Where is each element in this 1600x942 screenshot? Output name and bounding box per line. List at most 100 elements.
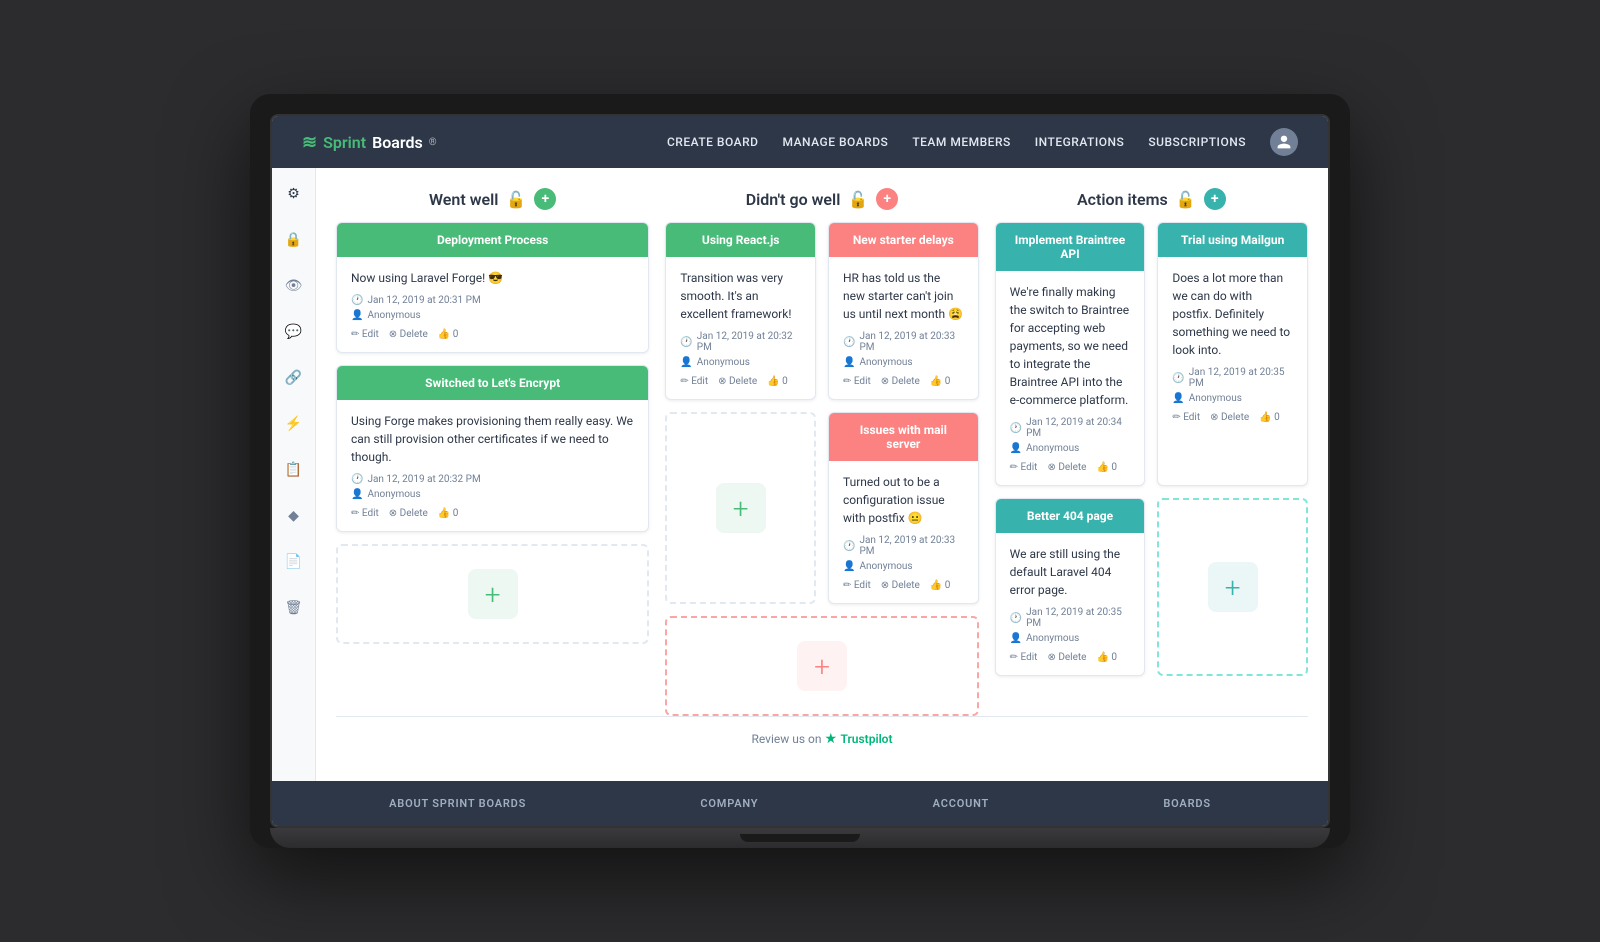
column-headers: Went well 🔓 + Didn't go well 🔓 + Action … bbox=[336, 168, 1308, 222]
card-404-date: 🕐 Jan 12, 2019 at 20:35 PM bbox=[1010, 607, 1131, 629]
edit-button[interactable]: ✏ Edit bbox=[351, 508, 379, 519]
card-braintree-author: 👤 Anonymous bbox=[1010, 443, 1131, 454]
like-button[interactable]: 👍 0 bbox=[1097, 462, 1118, 473]
sidebar-chat-icon[interactable]: 💬 bbox=[280, 318, 308, 346]
went-well-lock-icon: 🔓 bbox=[506, 190, 526, 209]
like-button[interactable]: 👍 0 bbox=[930, 580, 951, 591]
action-items-add-button[interactable]: + bbox=[1204, 188, 1226, 210]
card-braintree-header: Implement Braintree API bbox=[996, 223, 1145, 271]
add-card-didnt-go-well-2[interactable]: + bbox=[665, 616, 978, 716]
card-404-text: We are still using the default Laravel 4… bbox=[1010, 545, 1131, 599]
footer-about[interactable]: ABOUT SPRINT BOARDS bbox=[389, 797, 526, 810]
sidebar-trash-icon[interactable]: 🗑 bbox=[280, 594, 308, 622]
card-react-js: Using React.js Transition was very smoot… bbox=[665, 222, 816, 400]
sidebar-clipboard-icon[interactable]: 📋 bbox=[280, 456, 308, 484]
card-new-starter-author: 👤 Anonymous bbox=[843, 357, 964, 368]
edit-button[interactable]: ✏ Edit bbox=[1010, 652, 1038, 663]
edit-button[interactable]: ✏ Edit bbox=[351, 329, 379, 340]
delete-button[interactable]: ⊗ Delete bbox=[389, 508, 428, 519]
board-columns: Deployment Process Now using Laravel For… bbox=[336, 222, 1308, 716]
delete-button[interactable]: ⊗ Delete bbox=[881, 580, 920, 591]
card-deployment-actions: ✏ Edit ⊗ Delete 👍 0 bbox=[351, 329, 634, 340]
sidebar-bolt-icon[interactable]: ⚡ bbox=[280, 410, 308, 438]
delete-button[interactable]: ⊗ Delete bbox=[881, 376, 920, 387]
user-icon-sm: 👤 bbox=[843, 561, 855, 572]
brand-boards: Boards bbox=[372, 133, 423, 152]
edit-button[interactable]: ✏ Edit bbox=[1172, 412, 1200, 423]
column-went-well: Deployment Process Now using Laravel For… bbox=[336, 222, 649, 644]
delete-button[interactable]: ⊗ Delete bbox=[1210, 412, 1249, 423]
action-items-bottom: Better 404 page We are still using the d… bbox=[995, 498, 1308, 676]
delete-button[interactable]: ⊗ Delete bbox=[1047, 652, 1086, 663]
like-button[interactable]: 👍 0 bbox=[1259, 412, 1280, 423]
col-header-went-well: Went well 🔓 + bbox=[336, 188, 649, 210]
like-button[interactable]: 👍 0 bbox=[930, 376, 951, 387]
like-button[interactable]: 👍 0 bbox=[767, 376, 788, 387]
edit-button[interactable]: ✏ Edit bbox=[1010, 462, 1038, 473]
like-button[interactable]: 👍 0 bbox=[1097, 652, 1118, 663]
didnt-go-well-add-button[interactable]: + bbox=[876, 188, 898, 210]
card-mailgun-author: 👤 Anonymous bbox=[1172, 393, 1293, 404]
nav-team-members[interactable]: TEAM MEMBERS bbox=[912, 135, 1010, 149]
delete-button[interactable]: ⊗ Delete bbox=[718, 376, 757, 387]
card-new-starter-header: New starter delays bbox=[829, 223, 978, 257]
delete-button[interactable]: ⊗ Delete bbox=[389, 329, 428, 340]
add-card-didnt-go-well[interactable]: + bbox=[665, 412, 816, 604]
edit-button[interactable]: ✏ Edit bbox=[680, 376, 708, 387]
sidebar-diamond-icon[interactable]: ◆ bbox=[280, 502, 308, 530]
footer: ABOUT SPRINT BOARDS COMPANY ACCOUNT BOAR… bbox=[272, 781, 1328, 826]
went-well-title: Went well bbox=[429, 190, 498, 209]
col-header-action-items: Action items 🔓 + bbox=[995, 188, 1308, 210]
nav-integrations[interactable]: INTEGRATIONS bbox=[1035, 135, 1125, 149]
went-well-add-button[interactable]: + bbox=[534, 188, 556, 210]
user-avatar[interactable] bbox=[1270, 128, 1298, 156]
nav-manage-boards[interactable]: MANAGE BOARDS bbox=[783, 135, 889, 149]
sidebar-eye-icon[interactable]: 👁 bbox=[280, 272, 308, 300]
card-lets-encrypt-author: 👤 Anonymous bbox=[351, 489, 634, 500]
card-react-actions: ✏ Edit ⊗ Delete 👍 0 bbox=[680, 376, 801, 387]
like-button[interactable]: 👍 0 bbox=[438, 508, 459, 519]
nav-subscriptions[interactable]: SUBSCRIPTIONS bbox=[1148, 135, 1246, 149]
card-lets-encrypt-body: Using Forge makes provisioning them real… bbox=[337, 400, 648, 531]
add-card-action-items[interactable]: + bbox=[1157, 498, 1308, 676]
add-card-icon-teal: + bbox=[1208, 562, 1258, 612]
brand-logo: ≋ Sprint Boards ® bbox=[302, 132, 437, 153]
action-items-lock-icon: 🔓 bbox=[1176, 190, 1196, 209]
sidebar-link-icon[interactable]: 🔗 bbox=[280, 364, 308, 392]
navbar: ≋ Sprint Boards ® CREATE BOARD MANAGE BO… bbox=[272, 116, 1328, 168]
content-area: Went well 🔓 + Didn't go well 🔓 + Action … bbox=[316, 168, 1328, 781]
card-404-body: We are still using the default Laravel 4… bbox=[996, 533, 1145, 675]
footer-account[interactable]: ACCOUNT bbox=[933, 797, 989, 810]
laptop-notch bbox=[740, 834, 860, 842]
sidebar-doc-icon[interactable]: 📄 bbox=[280, 548, 308, 576]
card-new-starter-text: HR has told us the new starter can't joi… bbox=[843, 269, 964, 323]
brand-sprint: Sprint bbox=[323, 133, 366, 152]
card-lets-encrypt-actions: ✏ Edit ⊗ Delete 👍 0 bbox=[351, 508, 634, 519]
footer-company[interactable]: COMPANY bbox=[700, 797, 758, 810]
card-deployment-author: 👤 Anonymous bbox=[351, 310, 634, 321]
card-react-text: Transition was very smooth. It's an exce… bbox=[680, 269, 801, 323]
navbar-links: CREATE BOARD MANAGE BOARDS TEAM MEMBERS … bbox=[667, 128, 1298, 156]
like-button[interactable]: 👍 0 bbox=[438, 329, 459, 340]
card-mailgun-actions: ✏ Edit ⊗ Delete 👍 0 bbox=[1172, 412, 1293, 423]
edit-button[interactable]: ✏ Edit bbox=[843, 376, 871, 387]
brand-icon: ≋ bbox=[302, 132, 317, 153]
add-card-went-well[interactable]: + bbox=[336, 544, 649, 644]
delete-button[interactable]: ⊗ Delete bbox=[1047, 462, 1086, 473]
sidebar-settings-icon[interactable]: ⚙ bbox=[280, 180, 308, 208]
trustpilot-star-icon: ★ bbox=[824, 731, 840, 747]
card-lets-encrypt: Switched to Let's Encrypt Using Forge ma… bbox=[336, 365, 649, 532]
nav-create-board[interactable]: CREATE BOARD bbox=[667, 135, 759, 149]
card-react-date: 🕐 Jan 12, 2019 at 20:32 PM bbox=[680, 331, 801, 353]
clock-icon: 🕐 bbox=[1172, 373, 1184, 384]
brand-reg: ® bbox=[429, 137, 437, 148]
sidebar-lock-icon[interactable]: 🔒 bbox=[280, 226, 308, 254]
card-deployment-header: Deployment Process bbox=[337, 223, 648, 257]
card-braintree: Implement Braintree API We're finally ma… bbox=[995, 222, 1146, 486]
footer-boards[interactable]: BOARDS bbox=[1163, 797, 1210, 810]
clock-icon: 🕐 bbox=[1010, 423, 1022, 434]
card-react-header: Using React.js bbox=[666, 223, 815, 257]
add-card-icon-red: + bbox=[797, 641, 847, 691]
card-braintree-text: We're finally making the switch to Brain… bbox=[1010, 283, 1131, 409]
edit-button[interactable]: ✏ Edit bbox=[843, 580, 871, 591]
